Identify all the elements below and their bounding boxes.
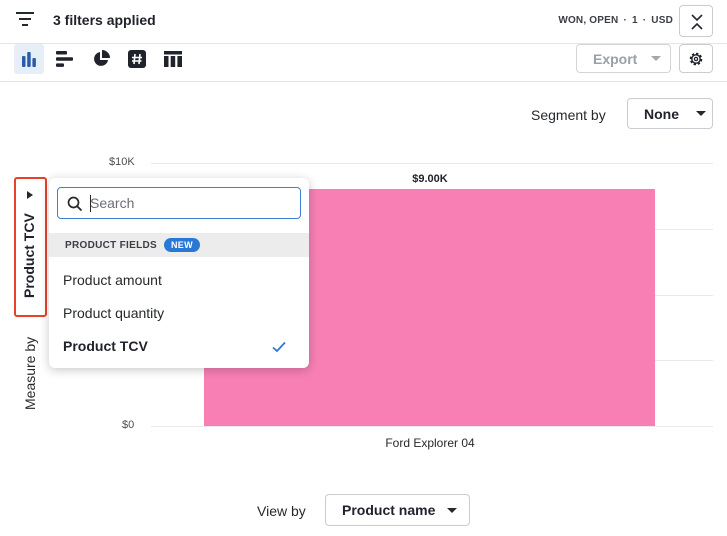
summary-currency: USD (651, 15, 673, 26)
x-tick-label: Ford Explorer 04 (385, 436, 475, 450)
gear-icon (689, 52, 703, 65)
export-button[interactable]: Export (576, 44, 671, 73)
view-by-select[interactable]: Product name (325, 494, 470, 526)
search-box[interactable] (57, 187, 301, 219)
new-badge: NEW (163, 238, 200, 252)
chevron-down-icon (696, 111, 706, 116)
measure-dropdown-menu: PRODUCT FIELDS NEW Product amount Produc… (49, 178, 309, 368)
chart-toolbar: Export (0, 44, 727, 82)
settings-button[interactable] (679, 44, 713, 73)
option-product-tcv[interactable]: Product TCV (63, 338, 148, 354)
y-tick-label: $0 (122, 419, 135, 431)
segment-by-label: Segment by (531, 107, 606, 123)
summary-status: WON, OPEN (558, 15, 619, 26)
table-icon (164, 51, 182, 67)
search-icon (67, 196, 83, 212)
column-chart-icon (22, 52, 36, 67)
segment-by-value: None (644, 105, 679, 122)
caret-right-icon (27, 191, 33, 199)
view-by-value: Product name (342, 502, 436, 518)
measure-by-label: Measure by (22, 336, 38, 410)
segment-by-select[interactable]: None (627, 98, 713, 129)
chevron-down-icon (447, 507, 458, 513)
measure-by-value: Product TCV (21, 213, 37, 298)
pie-chart-button[interactable] (86, 44, 116, 74)
bar-chart-icon (56, 51, 73, 67)
view-by-label: View by (257, 503, 306, 519)
collapse-button[interactable] (679, 5, 713, 37)
option-product-quantity[interactable]: Product quantity (63, 305, 164, 321)
search-input[interactable] (90, 192, 290, 214)
summary-separator: · (623, 15, 627, 26)
filters-applied-text[interactable]: 3 filters applied (53, 12, 156, 28)
collapse-icon (691, 14, 703, 30)
y-tick-label: $10K (109, 156, 135, 168)
bar-chart-button[interactable] (50, 44, 80, 74)
check-icon (272, 341, 286, 353)
filter-summary: WON, OPEN · 1 · USD (558, 15, 673, 26)
section-label: PRODUCT FIELDS (65, 239, 157, 251)
column-chart-button[interactable] (14, 44, 44, 74)
summary-separator: · (642, 15, 647, 26)
pie-chart-icon (94, 50, 110, 66)
filter-icon[interactable] (16, 12, 34, 26)
option-product-amount[interactable]: Product amount (63, 272, 162, 288)
scorecard-icon (128, 50, 146, 68)
chevron-down-icon (651, 56, 662, 61)
bar-value-label: $9.00K (412, 173, 448, 186)
section-header: PRODUCT FIELDS NEW (49, 233, 309, 257)
scorecard-button[interactable] (122, 44, 152, 74)
filter-bar: 3 filters applied WON, OPEN · 1 · USD (0, 0, 727, 44)
gridline (151, 163, 713, 164)
summary-count: 1 (631, 15, 638, 26)
text-cursor (90, 195, 91, 212)
table-view-button[interactable] (158, 44, 188, 74)
export-label: Export (593, 50, 638, 67)
gridline (151, 426, 713, 427)
